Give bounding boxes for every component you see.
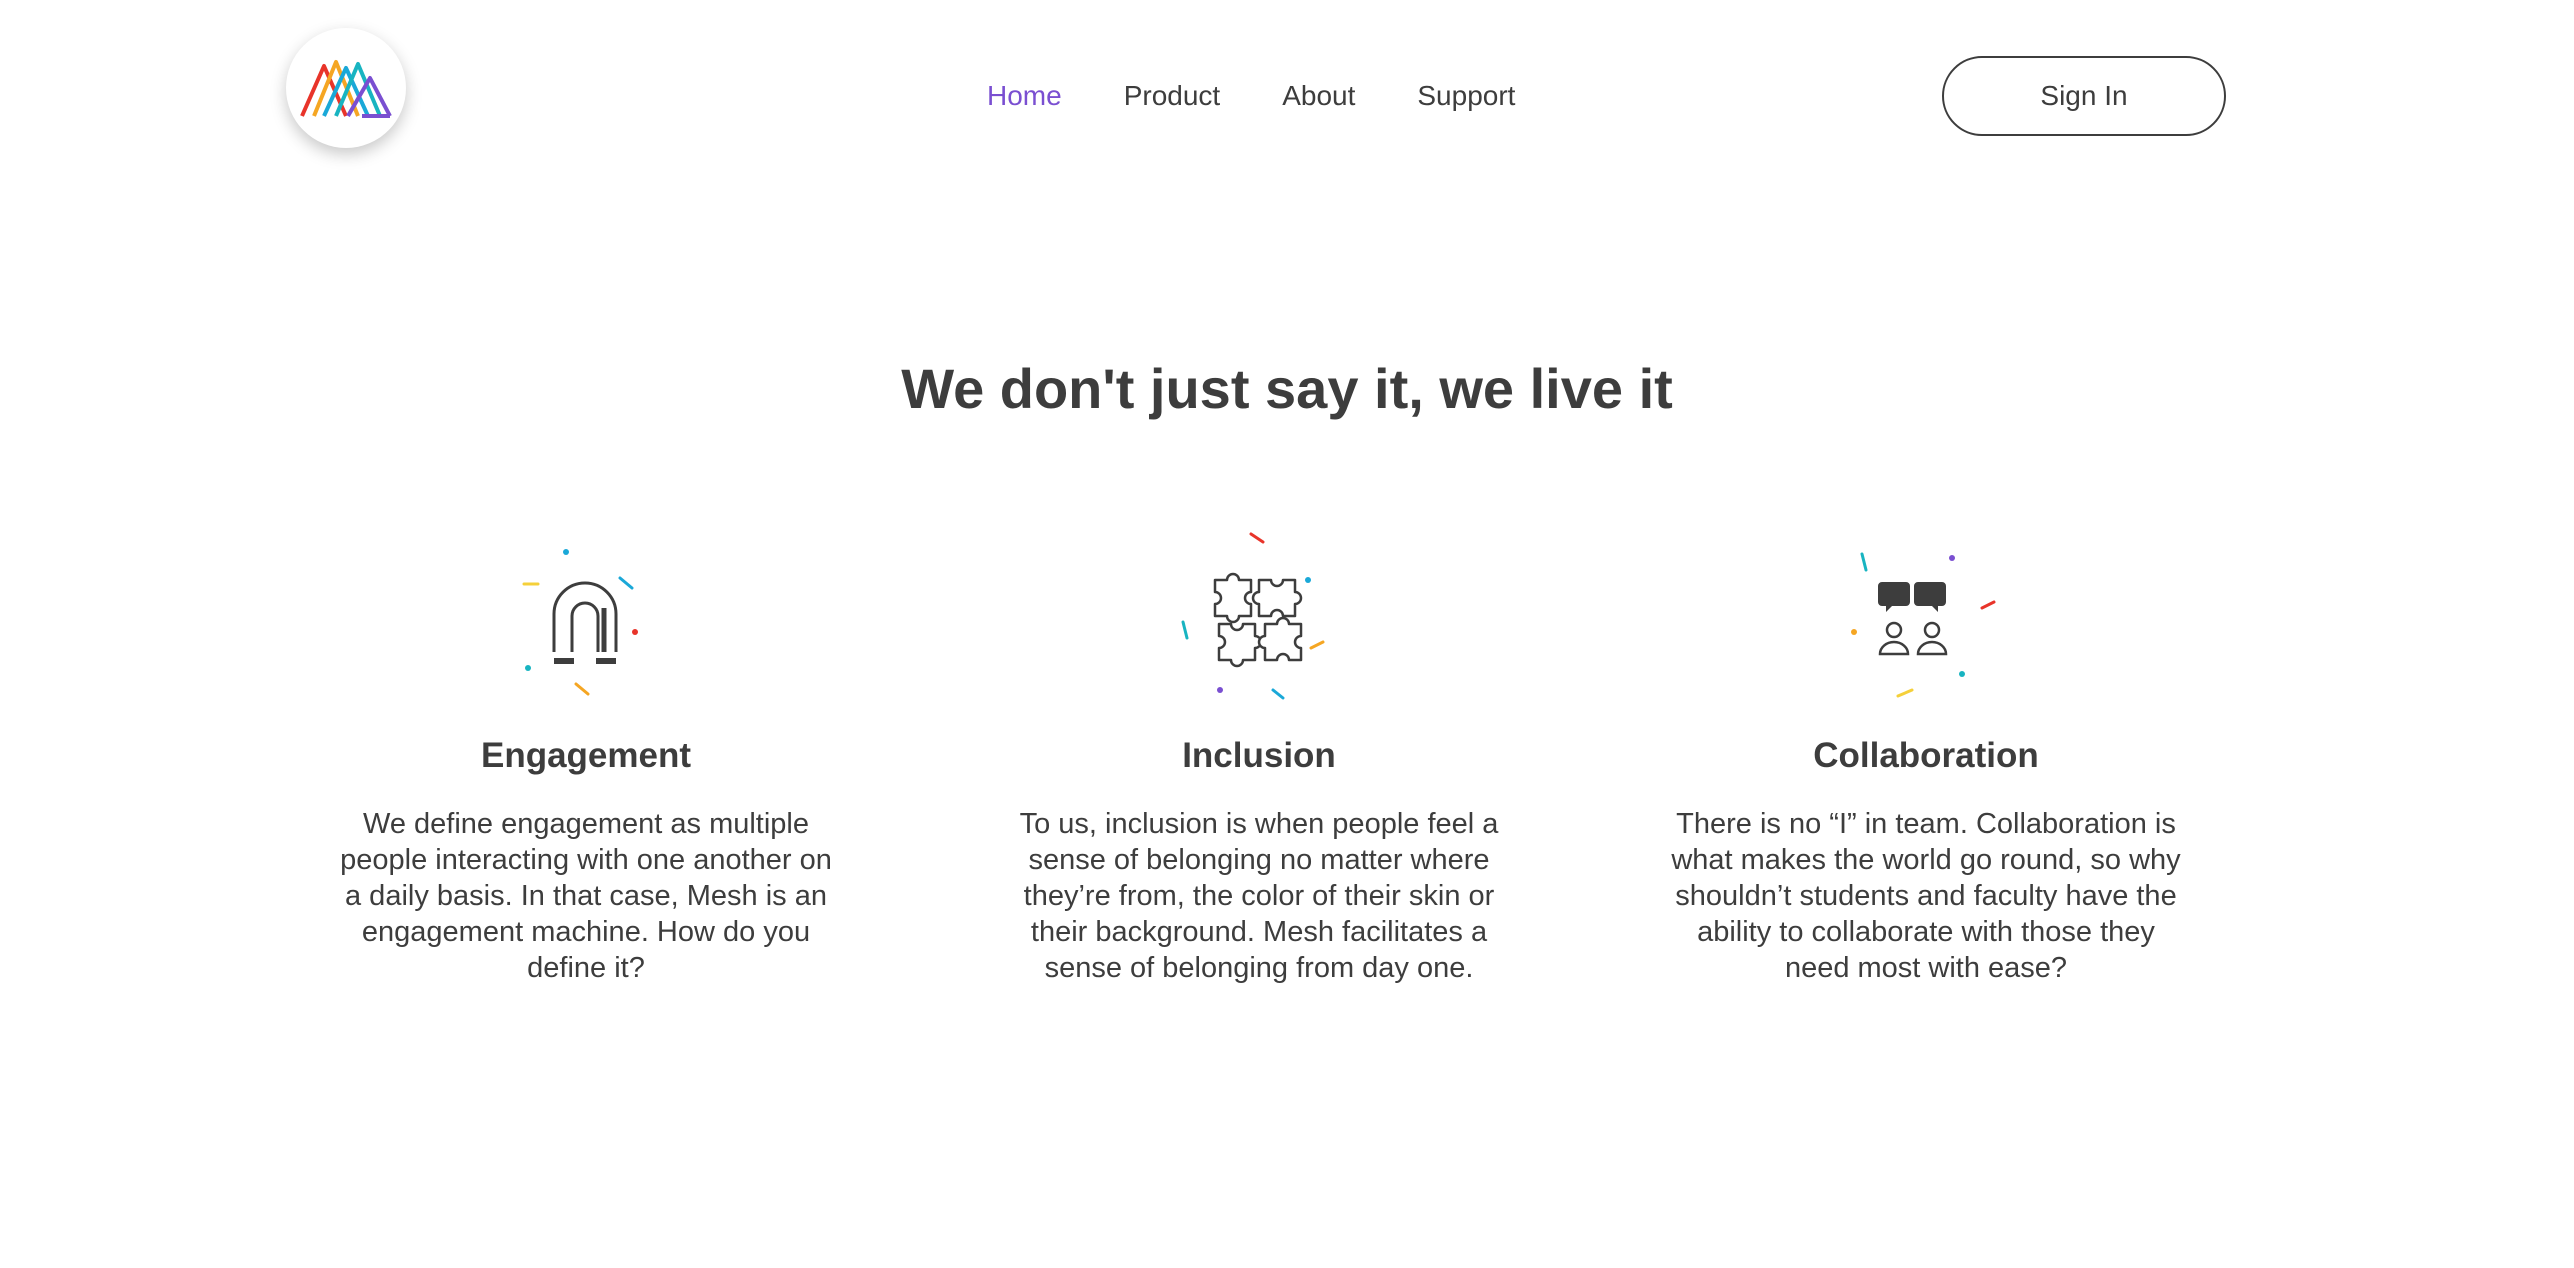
- nav-product-link[interactable]: Product: [1124, 74, 1221, 118]
- feature-inclusion: Inclusion To us, inclusion is when peopl…: [999, 520, 1519, 986]
- puzzle-icon: [1181, 532, 1325, 700]
- collaboration-icon: [1851, 552, 1996, 698]
- feature-description: To us, inclusion is when people feel a s…: [1019, 808, 1499, 984]
- feature-engagement: Engagement We define engagement as multi…: [326, 520, 846, 986]
- magnet-icon: [522, 549, 638, 696]
- main-nav: Home Product About Support: [987, 74, 1515, 118]
- feature-title: Collaboration: [1813, 736, 2039, 775]
- mesh-logo-icon[interactable]: [286, 28, 406, 148]
- nav-support-link[interactable]: Support: [1417, 74, 1515, 118]
- nav-home-link[interactable]: Home: [987, 74, 1062, 118]
- feature-title: Inclusion: [1182, 736, 1336, 775]
- sign-in-button[interactable]: Sign In: [1942, 56, 2226, 136]
- feature-title: Engagement: [480, 736, 692, 775]
- page: Home Product About Support Sign In We do…: [0, 0, 2574, 1268]
- feature-description: We define engagement as multiple people …: [340, 808, 832, 984]
- feature-description: There is no “I” in team. Collaboration i…: [1671, 808, 2181, 984]
- feature-collaboration: Collaboration There is no “I” in team. C…: [1666, 520, 2186, 986]
- nav-about-link[interactable]: About: [1282, 74, 1355, 118]
- page-headline: We don't just say it, we live it: [901, 357, 1673, 420]
- logo-mountains-icon: [300, 60, 392, 118]
